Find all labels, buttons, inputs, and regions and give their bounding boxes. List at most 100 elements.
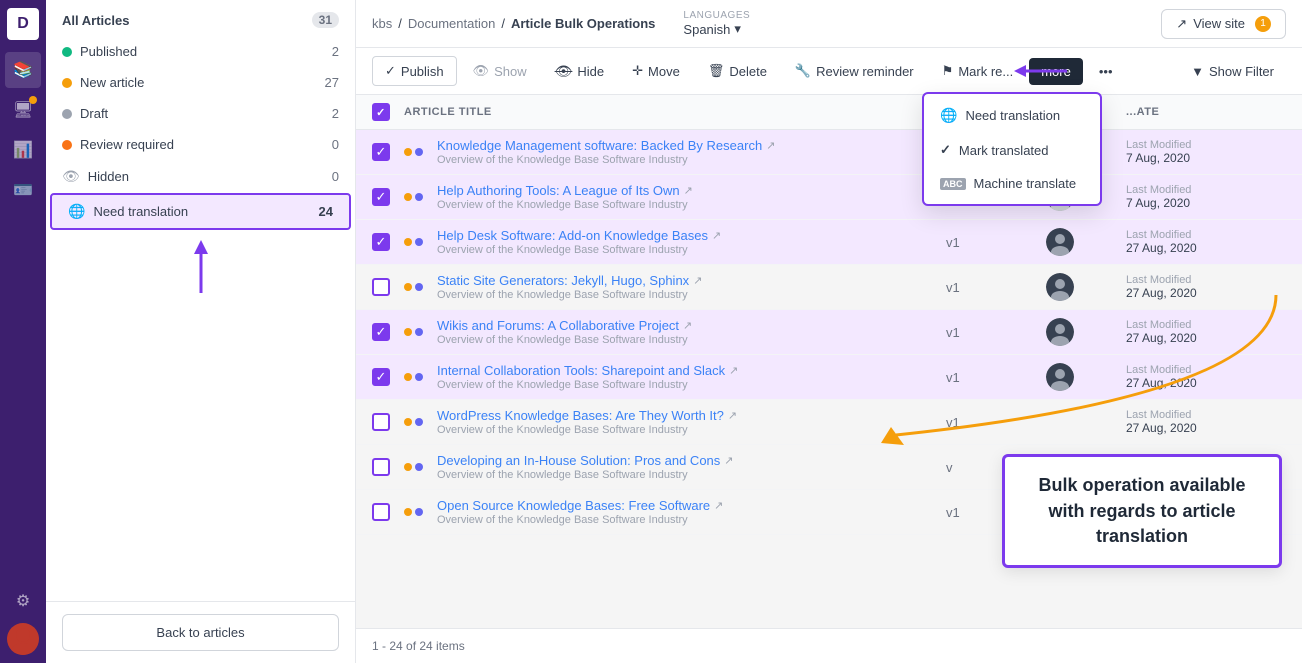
article-title: Internal Collaboration Tools: Sharepoint… (437, 363, 946, 378)
row-checkbox[interactable]: ✓ (372, 233, 390, 251)
nav-icon-settings[interactable]: ⚙ (5, 583, 41, 619)
nav-badge (29, 96, 37, 104)
external-link-icon[interactable]: ↗ (714, 499, 723, 512)
status-dot-blue (415, 373, 423, 381)
status-dot-yellow (404, 328, 412, 336)
status-dot-yellow (404, 238, 412, 246)
status-dot-yellow (404, 508, 412, 516)
row-checkbox[interactable] (372, 503, 390, 521)
article-info: Static Site Generators: Jekyll, Hugo, Sp… (437, 273, 946, 301)
row-checkbox[interactable] (372, 413, 390, 431)
hidden-count: 0 (332, 169, 339, 184)
status-dot-blue (415, 508, 423, 516)
dropdown-machine-translate[interactable]: ABC Machine translate (924, 167, 1100, 200)
table-row[interactable]: ✓ Knowledge Management software: Backed … (356, 130, 1302, 175)
view-site-button[interactable]: ↗ View site 1 (1161, 9, 1286, 39)
table-row[interactable]: ✓ Help Desk Software: Add-on Knowledge B… (356, 220, 1302, 265)
sidebar-item-draft[interactable]: Draft 2 (46, 98, 355, 129)
external-link-icon[interactable]: ↗ (693, 274, 702, 287)
external-link-icon[interactable]: ↗ (724, 454, 733, 467)
sidebar-item-label: Draft (80, 106, 324, 121)
article-info: Internal Collaboration Tools: Sharepoint… (437, 363, 946, 391)
show-filter-button[interactable]: ▼ Show Filter (1179, 58, 1286, 85)
revision-cell: v1 (946, 235, 1046, 250)
author-cell (1046, 318, 1126, 346)
article-subtitle: Overview of the Knowledge Base Software … (437, 244, 946, 256)
breadcrumb-sep2: / (501, 16, 505, 31)
move-button[interactable]: ✛ Move (620, 57, 692, 85)
sidebar: All Articles 31 Published 2 New article … (46, 0, 356, 663)
status-dots (404, 238, 423, 246)
breadcrumb-kbs[interactable]: kbs (372, 16, 392, 31)
left-navigation: D 📚 🖥 📊 🪪 ⚙ (0, 0, 46, 663)
row-checkbox[interactable]: ✓ (372, 188, 390, 206)
review-reminder-button[interactable]: 🔧 Review reminder (783, 57, 926, 85)
status-dots (404, 463, 423, 471)
row-checkbox[interactable] (372, 278, 390, 296)
sidebar-item-new-article[interactable]: New article 27 (46, 67, 355, 98)
sidebar-item-hidden[interactable]: 👁 Hidden 0 (46, 160, 355, 193)
hide-icon: 👁 (555, 63, 573, 80)
nav-icon-book[interactable]: 📚 (5, 52, 41, 88)
table-row[interactable]: ✓ Help Authoring Tools: A League of Its … (356, 175, 1302, 220)
dropdown-need-translation[interactable]: 🌐 Need translation (924, 98, 1100, 133)
hidden-icon: 👁 (62, 168, 80, 185)
external-link-icon[interactable]: ↗ (683, 319, 692, 332)
table-row[interactable]: WordPress Knowledge Bases: Are They Wort… (356, 400, 1302, 445)
nav-icon-card[interactable]: 🪪 (5, 172, 41, 208)
nav-icon-chart[interactable]: 📊 (5, 132, 41, 168)
globe-icon: 🌐 (68, 203, 85, 220)
delete-icon: 🗑 (708, 63, 725, 79)
sidebar-item-label: Review required (80, 137, 324, 152)
show-label: Show (494, 64, 527, 79)
breadcrumb-current: Article Bulk Operations (511, 16, 655, 31)
sidebar-item-need-translation[interactable]: 🌐 Need translation 24 (50, 193, 351, 230)
status-dot-blue (415, 418, 423, 426)
back-to-articles-button[interactable]: Back to articles (62, 614, 339, 651)
table-row[interactable]: Static Site Generators: Jekyll, Hugo, Sp… (356, 265, 1302, 310)
language-value[interactable]: Spanish ▾ (683, 21, 750, 37)
draft-count: 2 (332, 106, 339, 121)
breadcrumb-documentation[interactable]: Documentation (408, 16, 495, 31)
article-subtitle: Overview of the Knowledge Base Software … (437, 514, 946, 526)
article-title: Open Source Knowledge Bases: Free Softwa… (437, 498, 946, 513)
dropdown-mark-translated[interactable]: ✓ Mark translated (924, 133, 1100, 167)
mark-re-button[interactable]: ⚑ Mark re... (930, 57, 1026, 85)
status-dot-blue (415, 463, 423, 471)
table-row[interactable]: ✓ Internal Collaboration Tools: Sharepoi… (356, 355, 1302, 400)
status-dot-blue (415, 328, 423, 336)
row-checkbox[interactable]: ✓ (372, 368, 390, 386)
external-link-icon[interactable]: ↗ (729, 364, 738, 377)
language-text: Spanish (683, 22, 730, 37)
purple-arrow-annotation (1012, 56, 1072, 89)
external-link-icon[interactable]: ↗ (684, 184, 693, 197)
external-link-icon[interactable]: ↗ (766, 139, 775, 152)
breadcrumb: kbs / Documentation / Article Bulk Opera… (372, 16, 655, 31)
row-checkbox[interactable]: ✓ (372, 143, 390, 161)
external-link-icon[interactable]: ↗ (712, 229, 721, 242)
status-dots (404, 508, 423, 516)
delete-button[interactable]: 🗑 Delete (696, 57, 779, 85)
nav-icon-monitor[interactable]: 🖥 (5, 92, 41, 128)
show-button[interactable]: 👁 Show (461, 57, 539, 85)
status-dots (404, 148, 423, 156)
external-link-icon[interactable]: ↗ (728, 409, 737, 422)
revision-cell: v1 (946, 370, 1046, 385)
select-all-checkbox[interactable]: ✓ (372, 103, 390, 121)
date-cell: Last Modified 7 Aug, 2020 (1126, 184, 1286, 210)
sidebar-item-review[interactable]: Review required 0 (46, 129, 355, 160)
row-checkbox[interactable]: ✓ (372, 323, 390, 341)
author-avatar (1046, 318, 1074, 346)
language-selector[interactable]: LANGUAGES Spanish ▾ (683, 10, 750, 37)
article-info: Open Source Knowledge Bases: Free Softwa… (437, 498, 946, 526)
pagination: 1 - 24 of 24 items (356, 628, 1302, 663)
user-avatar[interactable] (7, 623, 39, 655)
article-info: Developing an In-House Solution: Pros an… (437, 453, 946, 481)
publish-button[interactable]: ✓ Publish (372, 56, 457, 86)
dots-button[interactable]: ••• (1087, 58, 1125, 85)
sidebar-item-published[interactable]: Published 2 (46, 36, 355, 67)
table-row[interactable]: ✓ Wikis and Forums: A Collaborative Proj… (356, 310, 1302, 355)
row-checkbox[interactable] (372, 458, 390, 476)
hide-button[interactable]: 👁 Hide (543, 57, 617, 86)
app-logo[interactable]: D (7, 8, 39, 40)
